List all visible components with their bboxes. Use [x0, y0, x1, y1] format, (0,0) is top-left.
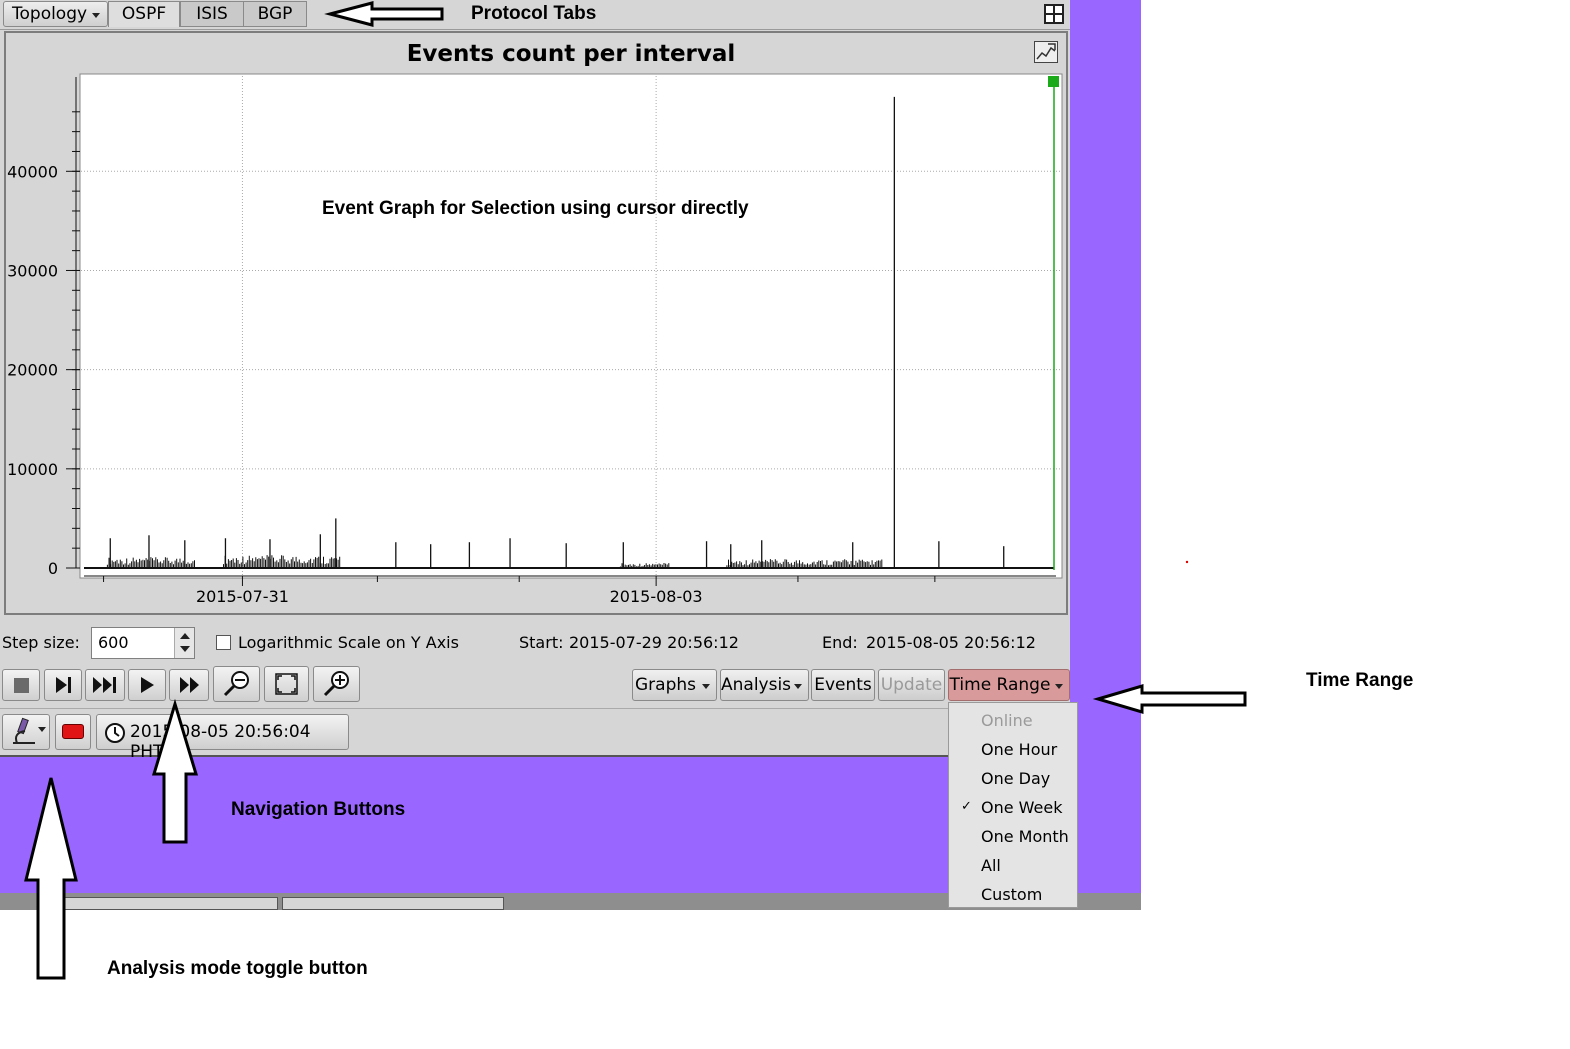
red-dot — [1185, 560, 1189, 564]
navigation-buttons-arrow — [151, 698, 199, 844]
time-range-arrow — [1092, 683, 1247, 715]
annotation-arrows — [24, 1, 1247, 980]
navigation-buttons-annotation: Navigation Buttons — [231, 799, 406, 820]
time-range-annotation: Time Range — [1306, 670, 1414, 691]
protocol-tabs-arrow — [324, 1, 444, 27]
analysis-toggle-arrow — [24, 777, 78, 980]
protocol-tabs-annotation: Protocol Tabs — [471, 3, 597, 24]
analysis-toggle-annotation: Analysis mode toggle button — [107, 958, 368, 979]
